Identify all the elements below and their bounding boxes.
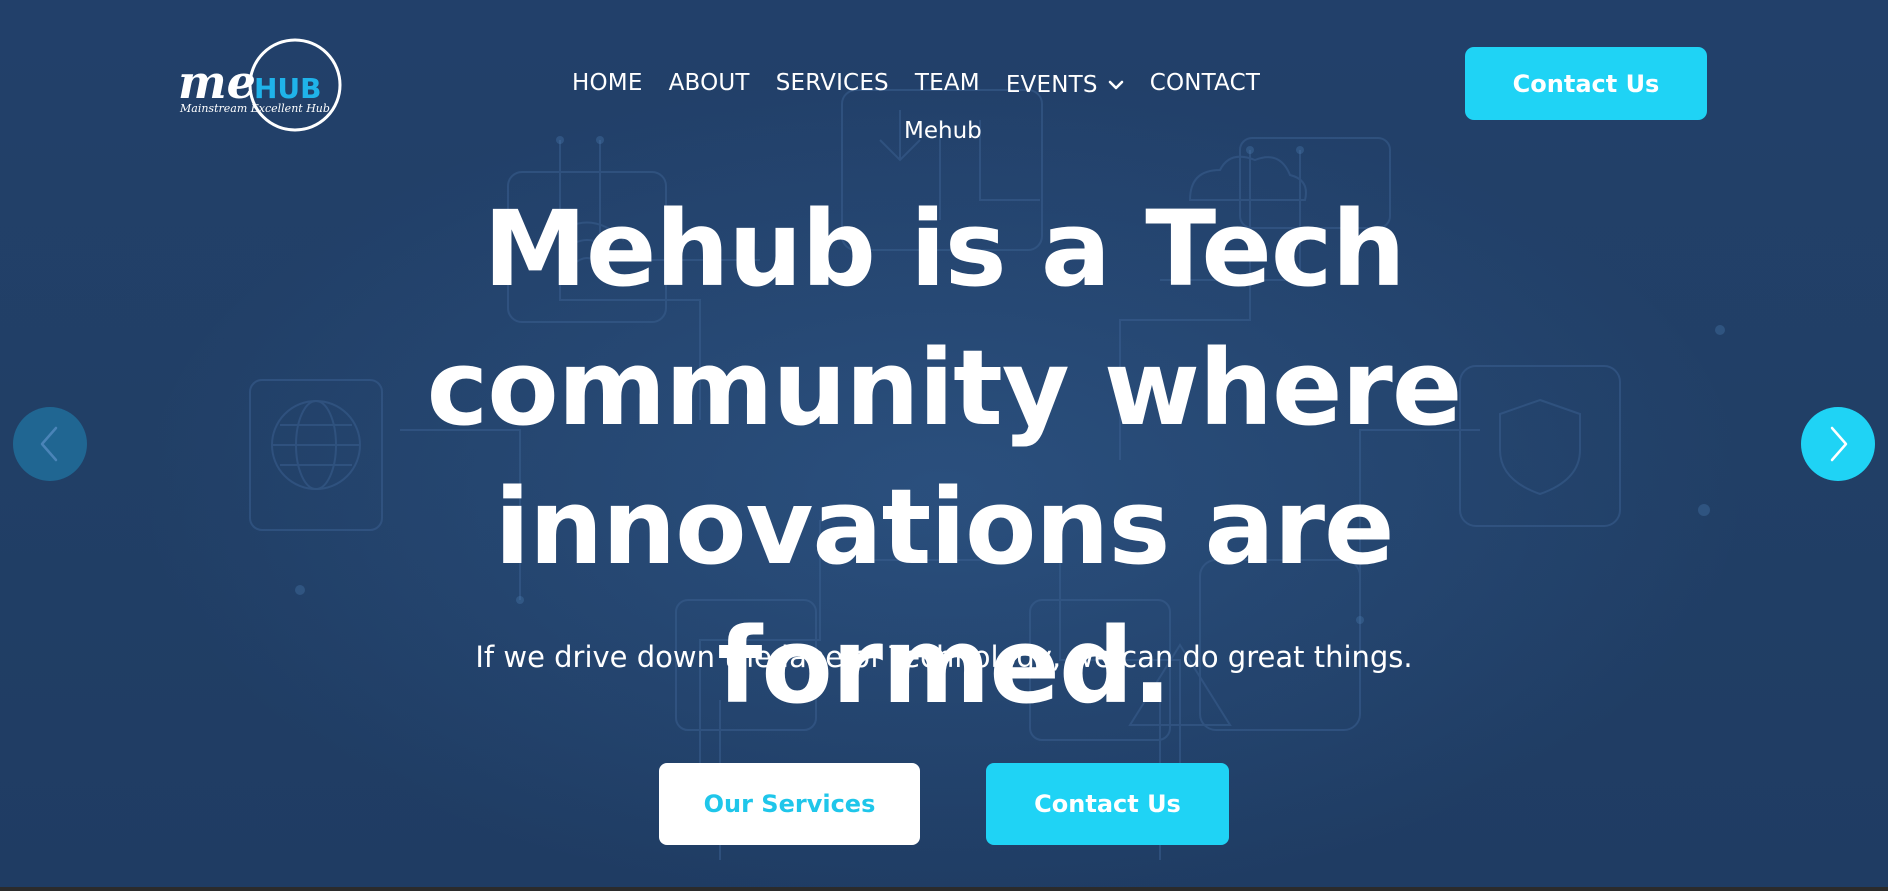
- header-contact-button[interactable]: Contact Us: [1465, 47, 1707, 120]
- carousel-prev-button[interactable]: [13, 407, 87, 481]
- nav-team[interactable]: TEAM: [915, 70, 980, 96]
- headline-line-3: innovations are formed.: [494, 466, 1394, 727]
- nav-team-label: TEAM: [914, 70, 980, 96]
- main-navigation: HOME ABOUT SERVICES TEAM EVENTS CONTACT: [572, 68, 1260, 98]
- mehub-logo[interactable]: me HUB Mainstream Excellent Hub: [178, 38, 348, 132]
- svg-text:HUB: HUB: [254, 72, 322, 105]
- our-services-button[interactable]: Our Services: [659, 763, 920, 845]
- nav-events[interactable]: EVENTS: [1006, 72, 1124, 98]
- chevron-right-icon: [1830, 426, 1848, 462]
- nav-events-label: EVENTS: [1005, 72, 1098, 98]
- nav-contact-label: CONTACT: [1149, 70, 1261, 96]
- bottom-border: [0, 887, 1888, 891]
- chevron-down-icon: [1108, 80, 1123, 90]
- nav-item-mehub[interactable]: Mehub: [904, 118, 982, 144]
- hero-contact-button[interactable]: Contact Us: [986, 763, 1229, 845]
- carousel-next-button[interactable]: [1801, 407, 1875, 481]
- nav-home-label: HOME: [572, 70, 643, 96]
- nav-about-label: ABOUT: [668, 70, 750, 96]
- headline-line-1: Mehub is a Tech: [483, 188, 1405, 310]
- nav-home[interactable]: HOME: [572, 70, 643, 96]
- nav-about[interactable]: ABOUT: [669, 70, 750, 96]
- nav-services-label: SERVICES: [775, 70, 889, 96]
- nav-contact[interactable]: CONTACT: [1150, 70, 1260, 96]
- hero-section: me HUB Mainstream Excellent Hub HOME ABO…: [0, 0, 1888, 891]
- svg-text:me: me: [178, 55, 256, 109]
- logo-mark: me HUB Mainstream Excellent Hub: [178, 38, 342, 132]
- svg-text:Mainstream Excellent Hub: Mainstream Excellent Hub: [179, 102, 330, 115]
- chevron-left-icon: [40, 426, 58, 462]
- hero-subtext: If we drive down the lane of Technology,…: [475, 640, 1413, 674]
- nav-services[interactable]: SERVICES: [776, 70, 889, 96]
- headline-line-2: community where: [426, 327, 1463, 449]
